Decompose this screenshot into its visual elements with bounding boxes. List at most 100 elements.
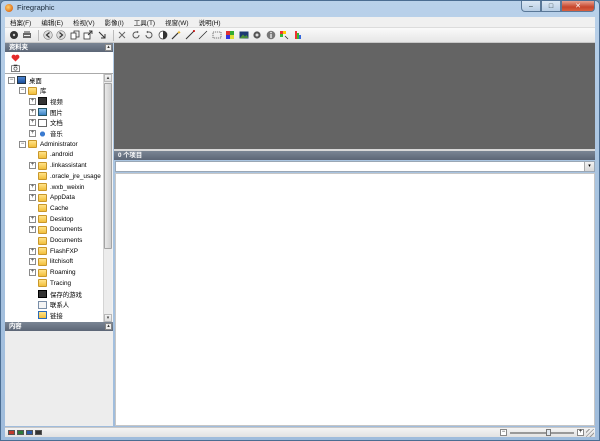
blue-swatch-icon[interactable] <box>26 430 33 435</box>
menu-help[interactable]: 说明(H) <box>194 17 226 27</box>
file-list-view[interactable] <box>115 173 595 426</box>
expand-icon[interactable]: + <box>29 269 36 277</box>
info-icon[interactable] <box>265 30 276 41</box>
expand-icon[interactable]: + <box>29 215 36 223</box>
zoom-out-button[interactable]: − <box>500 429 507 436</box>
tree-node[interactable]: + litchisoft <box>29 257 73 267</box>
collapse-icon[interactable]: − <box>19 140 26 148</box>
heart-icon <box>11 54 20 62</box>
color-bars-icon[interactable] <box>292 30 303 41</box>
collapse-icon[interactable]: − <box>19 87 26 95</box>
copy-icon[interactable] <box>69 30 80 41</box>
select-rect-icon[interactable] <box>211 30 222 41</box>
rotate-left-icon[interactable] <box>130 30 141 41</box>
tree-node[interactable]: + 音乐 <box>29 129 63 139</box>
red-swatch-icon[interactable] <box>8 430 15 435</box>
settings-gear-icon[interactable] <box>252 30 263 41</box>
favorites-camera-item[interactable] <box>11 63 23 73</box>
pen-icon[interactable] <box>198 30 209 41</box>
tree-node[interactable]: − 库 <box>19 86 46 96</box>
disc-icon[interactable] <box>8 30 19 41</box>
tree-node-label: Tracing <box>50 279 72 287</box>
minimize-button[interactable]: – <box>521 1 541 12</box>
expand-icon[interactable]: + <box>29 194 36 202</box>
tree-node[interactable]: + .linkassistant <box>29 161 87 171</box>
tree-scrollbar[interactable]: ▴ ▾ <box>103 74 112 322</box>
contrast-icon[interactable] <box>157 30 168 41</box>
collapse-icon[interactable]: − <box>8 76 15 84</box>
dropdown-arrow-icon[interactable]: ▾ <box>584 162 594 171</box>
menu-view[interactable]: 检视(V) <box>68 17 100 27</box>
tree-node[interactable]: + 文档 <box>29 118 63 128</box>
green-swatch-icon[interactable] <box>17 430 24 435</box>
tree-node[interactable]: + Desktop <box>29 214 73 224</box>
tree-node[interactable]: + 图片 <box>29 107 63 117</box>
maximize-button[interactable]: □ <box>541 1 561 12</box>
close-button[interactable]: ✕ <box>561 1 595 12</box>
tree-node[interactable]: Documents <box>29 236 82 246</box>
title-bar[interactable]: Firegraphic – □ ✕ <box>1 1 599 15</box>
expand-icon[interactable]: + <box>29 97 36 105</box>
rotate-right-icon[interactable] <box>144 30 155 41</box>
image-preview-area[interactable] <box>114 43 595 149</box>
tree-node[interactable]: + 视频 <box>29 96 63 106</box>
expand-icon[interactable]: + <box>29 108 36 116</box>
expand-icon[interactable]: + <box>29 226 36 234</box>
line-tool-icon[interactable] <box>184 30 195 41</box>
expand-icon[interactable]: + <box>29 183 36 191</box>
menu-image[interactable]: 影像(I) <box>100 17 129 27</box>
landscape-icon[interactable] <box>238 30 249 41</box>
expand-icon[interactable]: + <box>29 162 36 170</box>
scroll-down-button[interactable]: ▾ <box>104 314 112 322</box>
scroll-thumb[interactable] <box>104 83 112 249</box>
scroll-up-button[interactable]: ▴ <box>104 74 112 82</box>
export-icon[interactable] <box>83 30 94 41</box>
collapse-content-button[interactable]: ▴ <box>105 323 112 330</box>
color-grid-icon[interactable] <box>225 30 236 41</box>
menu-tools[interactable]: 工具(T) <box>129 17 160 27</box>
tree-node[interactable]: − 桌面 <box>8 75 42 85</box>
favorites-heart-item[interactable] <box>11 53 23 63</box>
zoom-in-button[interactable]: + <box>577 429 584 436</box>
tree-node[interactable]: + Documents <box>29 225 82 235</box>
file-list-header: 0 个项目 <box>114 151 595 160</box>
scanner-icon[interactable] <box>22 30 33 41</box>
folder-icon <box>38 215 47 224</box>
back-arrow-icon[interactable] <box>42 30 53 41</box>
menu-window[interactable]: 视窗(W) <box>160 17 193 27</box>
menu-file[interactable]: 档案(F) <box>5 17 36 27</box>
tree-node-label: Documents <box>50 226 83 234</box>
tree-node[interactable]: − Administrator <box>19 139 78 149</box>
tree-node[interactable]: .oracle_jre_usage <box>29 171 101 181</box>
resize-grip[interactable] <box>586 429 594 437</box>
magic-wand-icon[interactable] <box>171 30 182 41</box>
path-combobox[interactable]: ▾ <box>115 161 595 172</box>
zoom-slider-thumb[interactable] <box>546 429 551 436</box>
expand-icon[interactable]: + <box>29 130 36 137</box>
tree-node[interactable]: .android <box>29 150 73 160</box>
tree-node[interactable]: + Roaming <box>29 268 76 278</box>
menu-edit[interactable]: 编辑(E) <box>36 17 68 27</box>
expand-icon[interactable]: + <box>29 119 36 127</box>
firegraphic-logo-icon[interactable] <box>5 4 13 12</box>
palette-icon[interactable] <box>279 30 290 41</box>
tree-node[interactable]: + .wxb_weixin <box>29 182 84 192</box>
links-icon <box>38 311 47 320</box>
move-icon[interactable] <box>96 30 107 41</box>
collapse-folders-button[interactable]: ▴ <box>105 44 112 51</box>
tree-node[interactable]: Cache <box>29 203 68 213</box>
expand-icon[interactable]: + <box>29 258 36 266</box>
tree-node[interactable]: 链接 <box>29 310 63 320</box>
tree-node[interactable]: + FlashFXP <box>29 246 78 256</box>
tree-node[interactable]: 联系人 <box>29 300 69 310</box>
expand-icon[interactable]: + <box>29 247 36 255</box>
folder-tree[interactable]: − 桌面 − 库 + 视频 + 图片 + 文档 + 音乐 − Administrator .android +… <box>5 74 103 322</box>
forward-arrow-icon[interactable] <box>56 30 67 41</box>
tree-node[interactable]: + AppData <box>29 193 75 203</box>
tree-node[interactable]: 保存的游戏 <box>29 289 82 299</box>
cut-icon[interactable] <box>117 30 128 41</box>
zoom-slider-track[interactable] <box>510 432 574 434</box>
gray-swatch-icon[interactable] <box>35 430 42 435</box>
tree-node[interactable]: Tracing <box>29 278 71 288</box>
folder-icon <box>38 193 47 202</box>
